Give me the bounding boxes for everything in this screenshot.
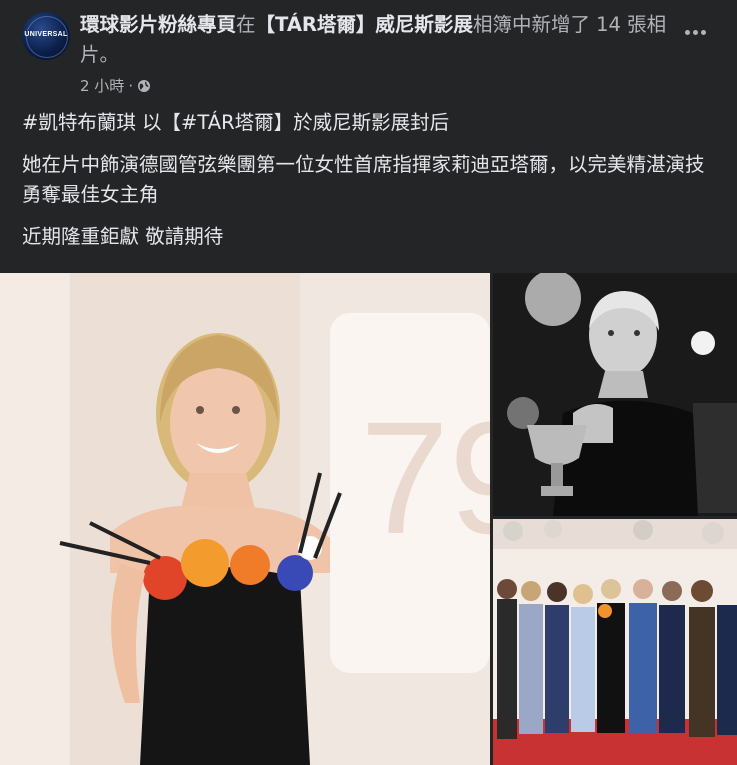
page-name-link[interactable]: 環球影片粉絲專頁 [80, 13, 236, 36]
post-line-2: 她在片中飾演德國管弦樂團第一位女性首席指揮家莉迪亞塔爾，以完美精湛演技勇奪最佳女… [22, 153, 705, 206]
post-title-line: 環球影片粉絲專頁在【TÁR塔爾】威尼斯影展相簿中新增了 14 張相片。 [80, 10, 670, 70]
album-name-link[interactable]: 【TÁR塔爾】威尼斯影展 [256, 13, 473, 36]
more-options-icon[interactable] [680, 20, 710, 44]
photo-main[interactable]: 79 [0, 273, 490, 765]
photo-bw-portrait[interactable] [493, 273, 737, 516]
globe-icon [137, 79, 151, 93]
post-body: #凱特布蘭琪 以【#TÁR塔爾】於威尼斯影展封后 她在片中飾演德國管弦樂團第一位… [22, 108, 722, 264]
page-avatar[interactable]: UNIVERSAL [22, 12, 70, 60]
photo-group[interactable] [493, 519, 737, 765]
svg-text:79: 79 [360, 388, 490, 567]
post-header: UNIVERSAL 環球影片粉絲專頁在【TÁR塔爾】威尼斯影展相簿中新增了 14… [0, 0, 737, 105]
post-line-1: #凱特布蘭琪 以【#TÁR塔爾】於威尼斯影展封后 [22, 111, 450, 134]
post-meta: 2 小時 · [80, 75, 151, 96]
avatar-logo-text: UNIVERSAL [24, 31, 68, 38]
post-timestamp[interactable]: 2 小時 [80, 75, 124, 96]
meta-separator: · [128, 76, 134, 95]
title-action-text: 在 [236, 13, 256, 36]
post-line-3: 近期隆重鉅獻 敬請期待 [22, 225, 224, 248]
